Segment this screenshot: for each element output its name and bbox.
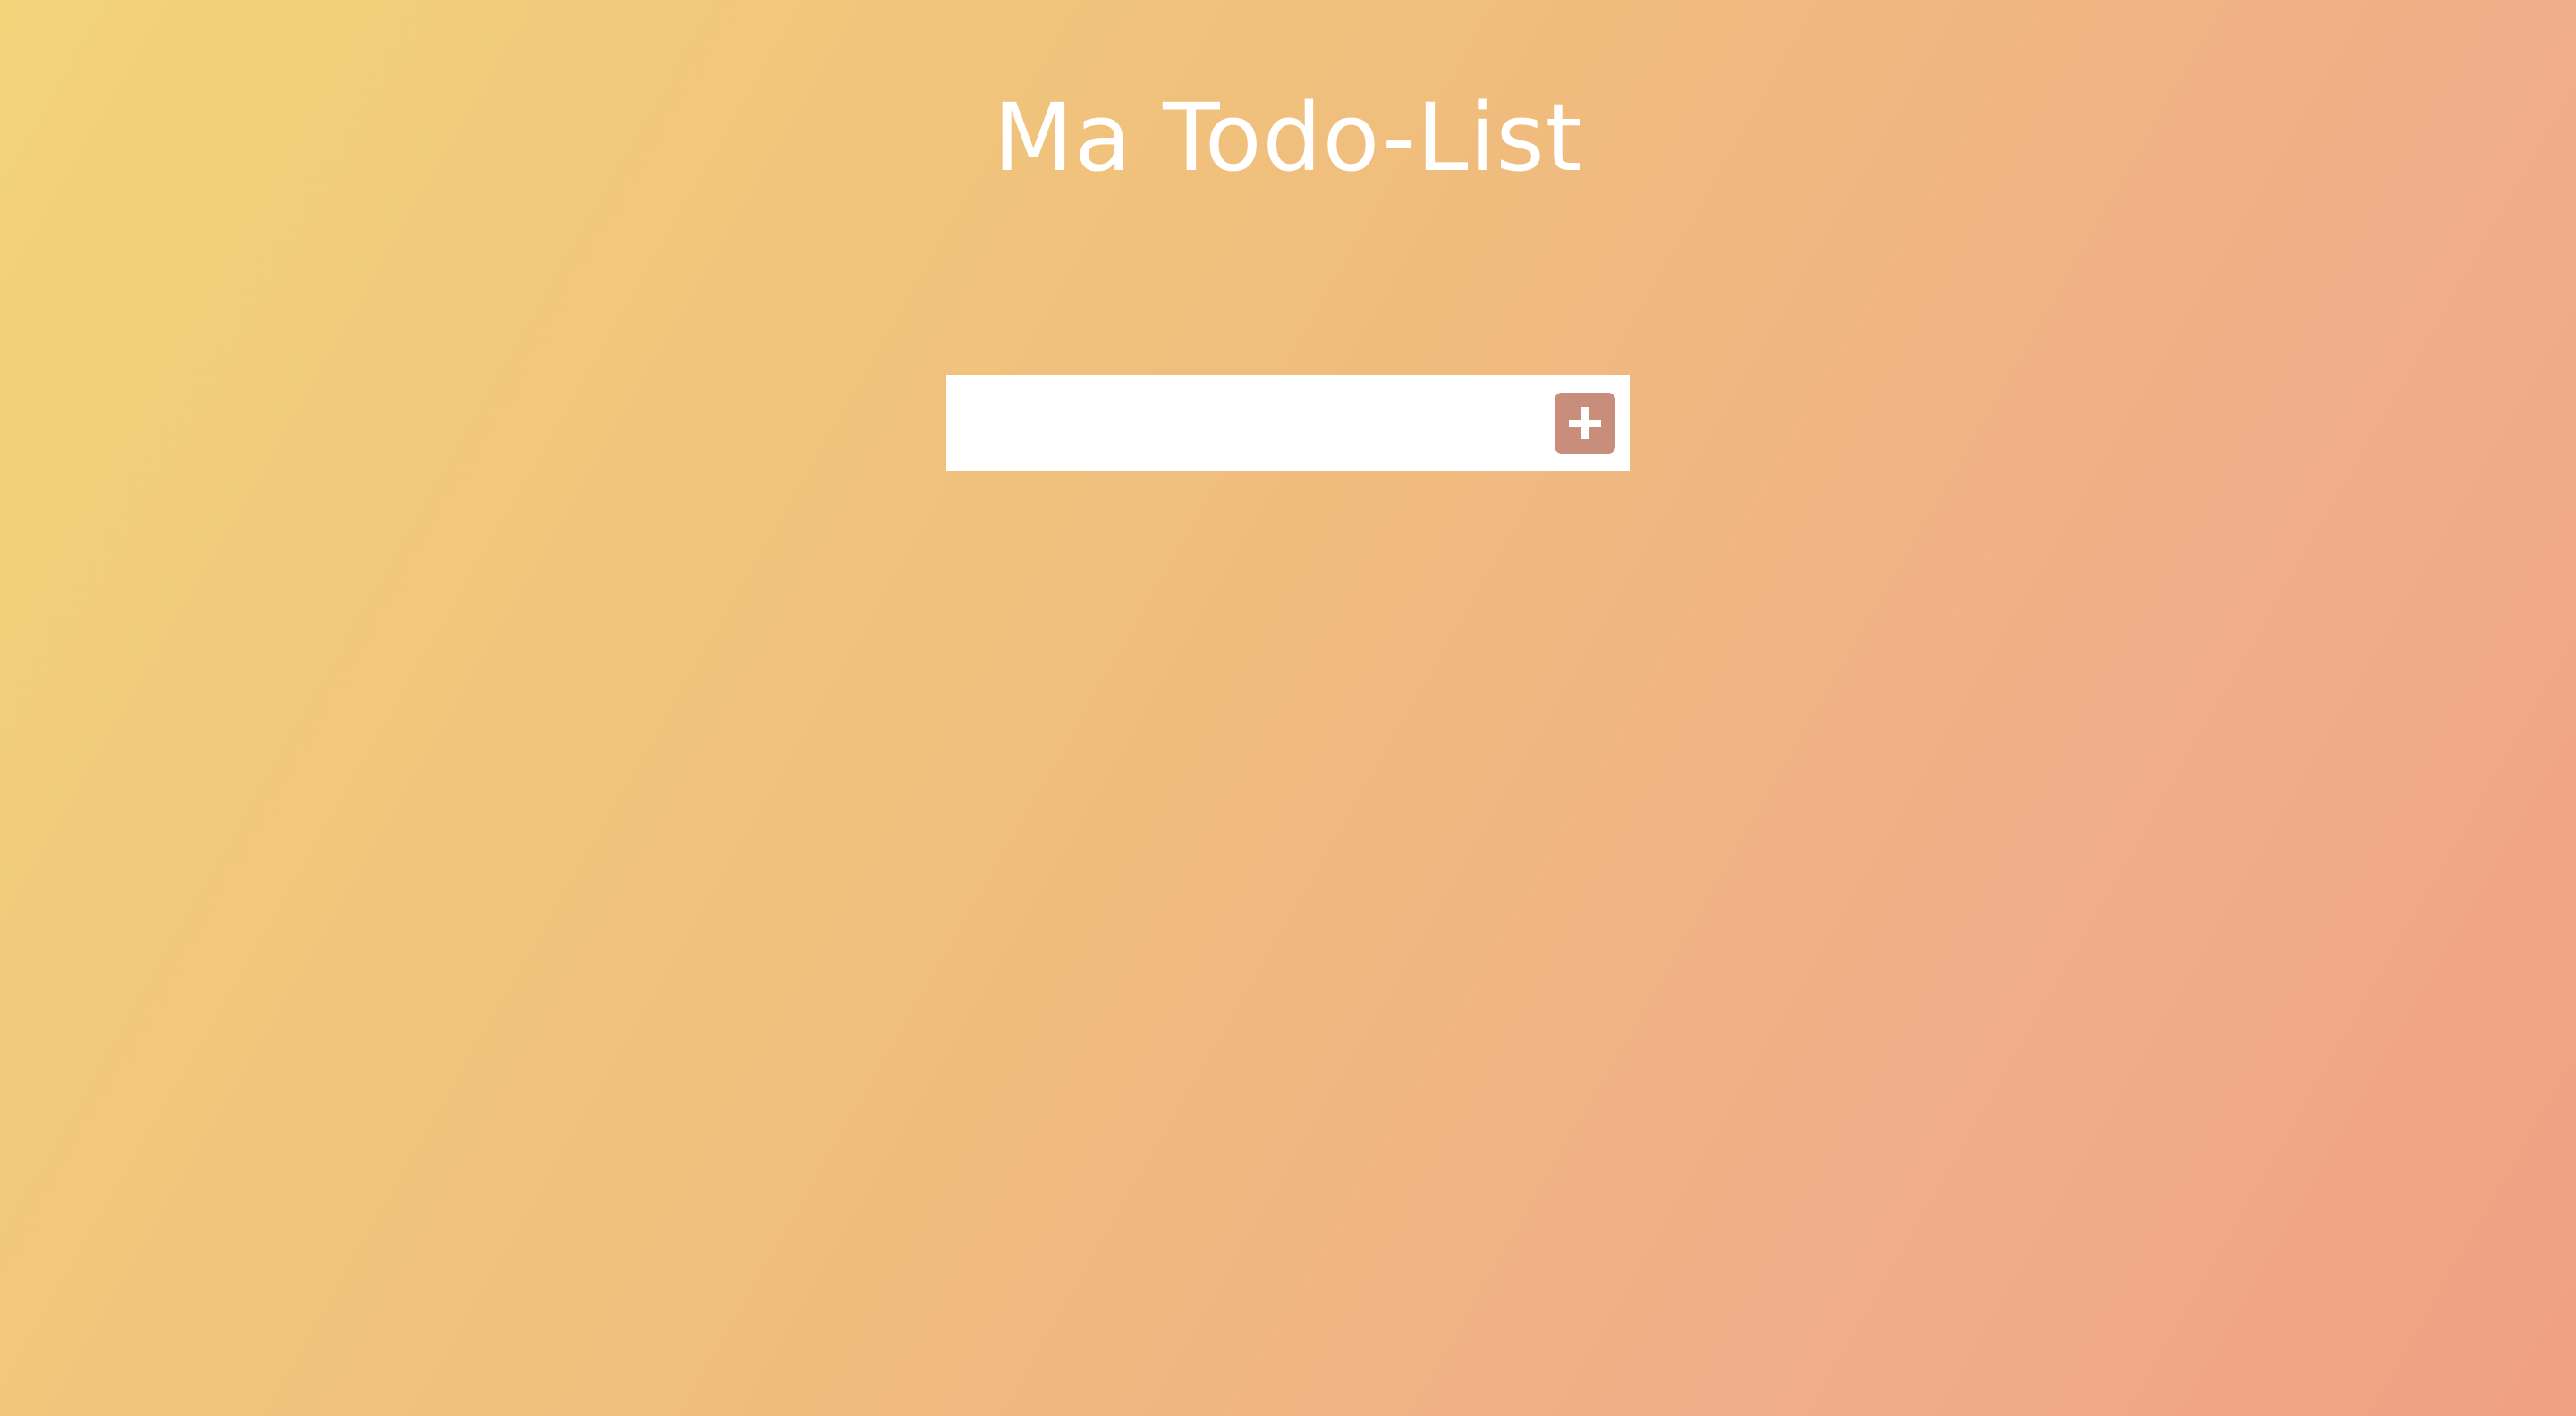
add-todo-button[interactable] [1555, 393, 1615, 454]
todo-input[interactable] [966, 386, 1555, 461]
todo-form [946, 375, 1630, 471]
page-title: Ma Todo-List [993, 83, 1583, 192]
plus-icon [1565, 403, 1605, 443]
todo-app: Ma Todo-List [0, 0, 2576, 1416]
